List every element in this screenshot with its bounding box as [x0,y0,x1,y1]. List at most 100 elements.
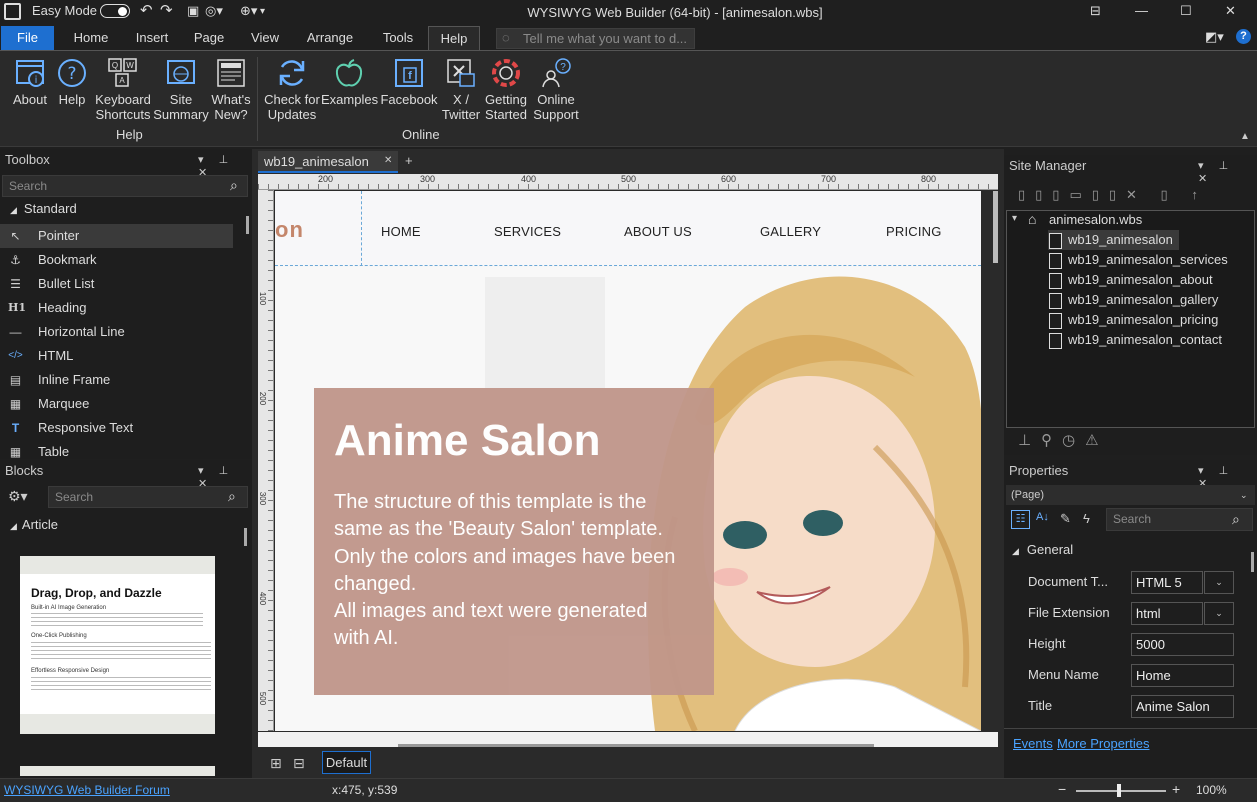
new-tab-button[interactable]: + [405,153,413,168]
site-manager-bottom-toolbar[interactable]: ⊥⚲◷⚠ [1018,431,1109,449]
doc-tab-close-icon[interactable]: ✕ [384,155,392,166]
examples-button[interactable]: Examples [321,57,378,107]
toolbox-item-marquee[interactable]: ▦ Marquee [0,392,233,416]
site-summary-button[interactable]: Site Summary [153,57,209,122]
wrench-icon[interactable]: ✎ [1060,511,1071,527]
blocks-section-article[interactable]: ◢ Article [10,517,58,532]
properties-scrollbar[interactable] [1251,552,1254,572]
sort-alpha-icon[interactable]: A↓ [1036,511,1049,523]
edit-layout-icon[interactable]: ⊟ [293,755,305,772]
toolbox-item-table[interactable]: ▦ Table [0,440,233,459]
canvas-horizontal-scrollbar[interactable] [398,744,874,747]
toolbox-section-standard[interactable]: ◢ Standard [10,201,77,216]
properties-title: Properties [1009,463,1069,478]
prop-document-type-value[interactable]: HTML 5 [1131,571,1203,594]
help-button[interactable]: ? Help [56,57,88,107]
keyboard-shortcuts-button[interactable]: QWA Keyboard Shortcuts [92,57,154,122]
tab-tools[interactable]: Tools [372,26,424,50]
zoom-slider-handle[interactable] [1117,784,1121,797]
close-icon[interactable]: ✕ [1225,3,1236,19]
nav-home[interactable]: HOME [381,224,421,239]
blocks-settings-icon[interactable]: ⚙▾ [8,488,28,505]
block-preview-next[interactable] [20,766,215,776]
design-canvas[interactable]: on HOME SERVICES ABOUT US GALLERY PRICIN… [275,191,981,731]
restore-ribbon-icon[interactable]: ⊟ [1090,3,1101,19]
site-manager-panel-controls[interactable]: ▾ ⊥ ✕ [1198,159,1257,185]
hero-paragraph[interactable]: The structure of this template is the sa… [334,489,675,653]
tab-view[interactable]: View [240,26,290,50]
add-layout-icon[interactable]: ⊞ [270,755,282,772]
tell-me-input[interactable]: Tell me what you want to d... [496,28,695,49]
nav-about-us[interactable]: ABOUT US [624,224,692,239]
block-preview-article[interactable]: Drag, Drop, and Dazzle Built-in AI Image… [20,556,215,734]
tree-collapse-icon[interactable]: ▾ [1012,213,1017,224]
breakpoint-default-tab[interactable]: Default [322,751,371,774]
hero-title[interactable]: Anime Salon [334,416,601,466]
tab-arrange[interactable]: Arrange [297,26,363,50]
categorized-view-icon[interactable]: ☷ [1011,510,1030,529]
prop-height-value[interactable]: 5000 [1131,633,1234,656]
hero-text-box[interactable]: Anime Salon The structure of this templa… [314,388,714,695]
collapse-ribbon-icon[interactable]: ▲ [1240,131,1250,142]
toolbox-item-bookmark[interactable]: ⚓ Bookmark [0,248,233,272]
events-icon[interactable]: ϟ [1083,511,1090,526]
prop-menu-name-value[interactable]: Home [1131,664,1234,687]
whats-new-button[interactable]: What's New? [209,57,253,122]
properties-search-input[interactable]: Search [1106,508,1253,531]
tab-insert[interactable]: Insert [126,26,178,50]
document-type-dropdown-icon[interactable]: ⌄ [1204,571,1234,594]
properties-section-general[interactable]: ◢ General [1012,542,1073,557]
object-selector[interactable]: (Page) ⌄ [1006,485,1255,505]
events-link[interactable]: Events [1013,736,1053,751]
ruler-label: 500 [621,174,637,184]
blocks-scrollbar[interactable] [244,528,247,546]
nav-services[interactable]: SERVICES [494,224,561,239]
page-header[interactable]: on HOME SERVICES ABOUT US GALLERY PRICIN… [275,191,981,266]
nav-pricing[interactable]: PRICING [886,224,942,239]
prop-file-extension-value[interactable]: html [1131,602,1203,625]
nav-gallery[interactable]: GALLERY [760,224,821,239]
prop-title-value[interactable]: Anime Salon [1131,695,1234,718]
getting-started-button[interactable]: Getting Started [483,57,529,122]
toolbox-item-html[interactable]: </> HTML [0,344,233,368]
blocks-search-input[interactable]: Search [48,486,248,508]
toolbox-scrollbar[interactable] [246,216,249,234]
site-page-item[interactable]: wb19_animesalon_about [1048,270,1213,290]
maximize-icon[interactable]: ☐ [1180,3,1192,19]
toolbox-search-input[interactable]: Search [2,175,248,197]
check-updates-button[interactable]: Check for Updates [263,57,321,122]
layout-icon[interactable]: ◩▾ [1205,29,1224,45]
site-page-item[interactable]: wb19_animesalon_pricing [1048,310,1218,330]
toolbox-item-bullet-list[interactable]: ☰ Bullet List [0,272,233,296]
site-page-item[interactable]: wb19_animesalon_gallery [1048,290,1218,310]
doc-tab[interactable]: wb19_animesalon ✕ [258,151,398,173]
logo-fragment[interactable]: on [275,217,304,243]
toolbox-item-inline-frame[interactable]: ▤ Inline Frame [0,368,233,392]
tab-home[interactable]: Home [64,26,118,50]
zoom-in-button[interactable]: + [1172,781,1180,797]
toolbox-item-pointer[interactable]: ↖ Pointer [0,224,233,248]
site-page-item[interactable]: wb19_animesalon [1048,230,1179,250]
minimize-icon[interactable]: — [1135,3,1148,18]
canvas-vertical-scrollbar[interactable] [993,191,998,263]
online-support-button[interactable]: ? Online Support [532,57,580,122]
help-circle-icon[interactable]: ? [1236,29,1251,44]
site-manager-toolbar[interactable]: ▯▯▯▭▯▯✕ ▯ ↑ [1018,187,1208,203]
more-properties-link[interactable]: More Properties [1057,736,1149,751]
toolbox-item-heading[interactable]: H1 Heading [0,296,233,320]
tab-help[interactable]: Help [428,26,480,50]
zoom-slider[interactable] [1076,790,1166,792]
zoom-out-button[interactable]: − [1058,781,1066,797]
forum-link[interactable]: WYSIWYG Web Builder Forum [4,783,170,797]
about-button[interactable]: i About [10,57,50,107]
tab-file[interactable]: File [1,26,54,50]
toolbox-item-responsive-text[interactable]: T Responsive Text [0,416,233,440]
site-page-item[interactable]: wb19_animesalon_services [1048,250,1228,270]
tab-page[interactable]: Page [183,26,235,50]
twitter-button[interactable]: X / Twitter [440,57,482,122]
file-extension-dropdown-icon[interactable]: ⌄ [1204,602,1234,625]
facebook-button[interactable]: f Facebook [380,57,438,107]
site-root[interactable]: animesalon.wbs [1049,212,1142,227]
toolbox-item-horizontal-line[interactable]: — Horizontal Line [0,320,233,344]
site-page-item[interactable]: wb19_animesalon_contact [1048,330,1222,350]
